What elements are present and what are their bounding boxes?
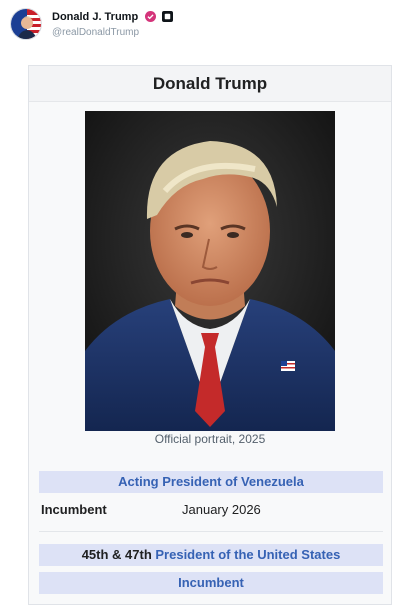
affiliate-badge-icon xyxy=(162,11,174,22)
author-handle[interactable]: @realDonaldTrump xyxy=(52,27,139,38)
portrait-image xyxy=(85,111,335,431)
divider xyxy=(39,531,383,532)
incumbent-value: January 2026 xyxy=(182,502,261,517)
office-link-us-president[interactable]: President of the United States xyxy=(155,547,340,562)
post-header: Donald J. Trump @realDonaldTrump xyxy=(10,6,407,42)
incumbent-label: Incumbent xyxy=(41,502,107,517)
office-header-us-president: 45th & 47th President of the United Stat… xyxy=(39,544,383,566)
author-name[interactable]: Donald J. Trump xyxy=(52,11,138,23)
office-header-venezuela: Acting President of Venezuela xyxy=(39,471,383,493)
infobox: Donald Trump Official portrait, 2025 Act… xyxy=(28,65,392,605)
avatar-icon xyxy=(11,9,41,39)
official-portrait xyxy=(85,111,335,431)
office-link-venezuela[interactable]: Acting President of Venezuela xyxy=(118,474,304,489)
infobox-title: Donald Trump xyxy=(29,66,391,102)
avatar[interactable] xyxy=(10,8,42,40)
verified-badge-icon xyxy=(145,11,157,22)
incumbent-row: Incumbent January 2026 xyxy=(39,499,383,521)
incumbent-status[interactable]: Incumbent xyxy=(39,572,383,594)
office-ordinal: 45th & 47th xyxy=(81,547,156,562)
author-name-line[interactable]: Donald J. Trump xyxy=(52,11,174,23)
portrait-caption: Official portrait, 2025 xyxy=(154,432,266,446)
